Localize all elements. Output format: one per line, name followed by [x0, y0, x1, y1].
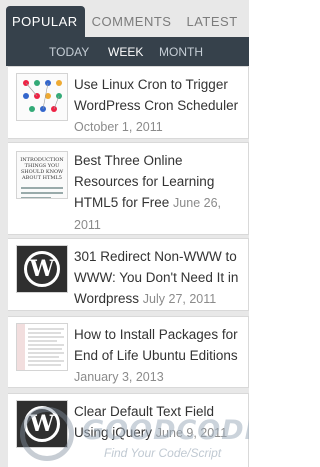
list-item[interactable]: W 301 Redirect Non-WWW to WWW: You Don't…: [8, 238, 249, 311]
period-today[interactable]: TODAY: [49, 45, 89, 59]
post-title-link[interactable]: How to Install Packages for End of Life …: [74, 324, 244, 388]
doc-line: [21, 187, 63, 189]
wordpress-logo-thumbnail[interactable]: W: [16, 245, 68, 293]
wordpress-logo-thumbnail[interactable]: W: [16, 400, 68, 448]
popular-posts-widget: POPULAR COMMENTS LATEST TODAY WEEK MONTH: [0, 0, 249, 467]
tab-comments[interactable]: COMMENTS: [92, 6, 172, 37]
list-item[interactable]: INTRODUCTION THINGS YOU SHOULD KNOW ABOU…: [8, 142, 249, 235]
post-title-link[interactable]: Use Linux Cron to Trigger WordPress Cron…: [74, 74, 244, 138]
post-title-link[interactable]: Best Three Online Resources for Learning…: [74, 150, 244, 236]
period-bar: TODAY WEEK MONTH: [6, 37, 249, 66]
tab-latest[interactable]: LATEST: [186, 6, 237, 37]
wordpress-icon: W: [24, 251, 60, 287]
post-thumbnail[interactable]: INTRODUCTION THINGS YOU SHOULD KNOW ABOU…: [16, 151, 68, 199]
post-title[interactable]: How to Install Packages for End of Life …: [74, 327, 238, 363]
period-month[interactable]: MONTH: [159, 45, 203, 59]
post-thumbnail[interactable]: [16, 73, 68, 121]
post-thumbnail[interactable]: [16, 323, 68, 371]
post-title[interactable]: Use Linux Cron to Trigger WordPress Cron…: [74, 77, 238, 113]
post-title-link[interactable]: 301 Redirect Non-WWW to WWW: You Don't N…: [74, 246, 244, 310]
list-item[interactable]: W Clear Default Text Field Using jQuery …: [8, 393, 249, 467]
post-date: July 27, 2011: [142, 292, 217, 306]
post-date: January 3, 2013: [74, 370, 164, 384]
post-title-link[interactable]: Clear Default Text Field Using jQuery Ju…: [74, 401, 244, 444]
post-date: October 1, 2011: [74, 120, 163, 134]
list-item[interactable]: How to Install Packages for End of Life …: [8, 316, 249, 388]
thumbnail-text: INTRODUCTION THINGS YOU SHOULD KNOW ABOU…: [20, 157, 64, 181]
period-week[interactable]: WEEK: [108, 45, 143, 59]
post-list: Use Linux Cron to Trigger WordPress Cron…: [8, 66, 249, 467]
tab-popular[interactable]: POPULAR: [6, 6, 85, 37]
wordpress-icon: W: [24, 406, 60, 442]
doc-line: [21, 192, 63, 194]
post-date: June 9, 2011: [155, 426, 228, 440]
tab-bar: POPULAR COMMENTS LATEST: [6, 6, 249, 37]
list-item[interactable]: Use Linux Cron to Trigger WordPress Cron…: [8, 66, 249, 139]
doc-line: [21, 197, 51, 198]
